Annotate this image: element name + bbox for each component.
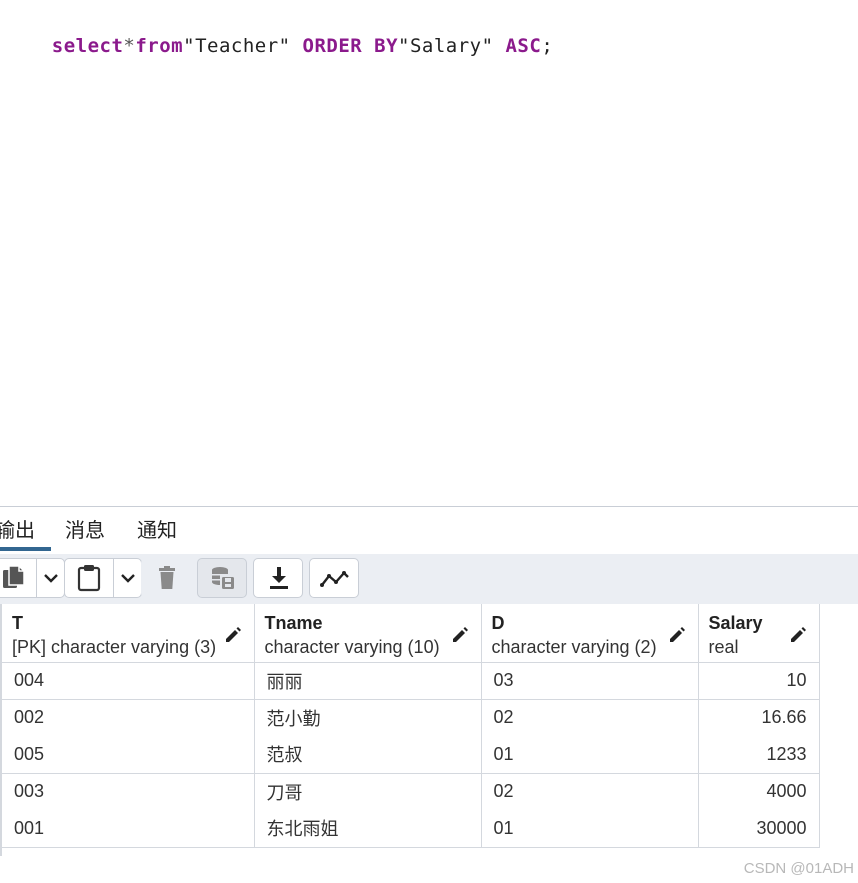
- token-star: *: [123, 35, 136, 57]
- token-order-by: ORDER BY: [302, 35, 399, 57]
- tab-notifications[interactable]: 通知: [137, 517, 177, 547]
- edit-pencil-icon[interactable]: [452, 626, 469, 643]
- column-header-t[interactable]: T [PK] character varying (3): [2, 604, 255, 663]
- token-from: from: [135, 35, 184, 57]
- paste-button-group: [64, 558, 142, 598]
- save-data-icon: [212, 567, 234, 589]
- cell-d[interactable]: 03: [481, 662, 699, 700]
- table-row[interactable]: 004 丽丽 03 10: [2, 662, 820, 700]
- cell-d[interactable]: 02: [481, 773, 699, 810]
- column-type: character varying (2): [491, 637, 657, 657]
- download-icon: [270, 567, 288, 589]
- column-header-d[interactable]: D character varying (2): [481, 604, 699, 663]
- token-semicolon: ;: [541, 35, 554, 57]
- column-name: T: [12, 613, 23, 633]
- graph-visualiser-button[interactable]: [309, 558, 359, 598]
- cell-t[interactable]: 002: [2, 699, 255, 736]
- token-asc: ASC: [505, 35, 542, 57]
- copy-options-button[interactable]: [37, 559, 65, 597]
- active-tab-indicator: [0, 547, 51, 551]
- paste-options-button[interactable]: [114, 559, 142, 597]
- save-data-button[interactable]: [197, 558, 247, 598]
- cell-salary[interactable]: 30000: [698, 810, 820, 848]
- cell-salary[interactable]: 10: [698, 662, 820, 700]
- table-row[interactable]: 001 东北雨姐 01 30000: [2, 810, 820, 848]
- paste-icon: [77, 565, 101, 592]
- token-table: "Teacher": [183, 35, 303, 57]
- header-row: T [PK] character varying (3) Tname chara…: [2, 604, 820, 663]
- copy-button[interactable]: [0, 559, 36, 597]
- column-name: D: [491, 613, 505, 633]
- chevron-down-icon: [44, 574, 58, 583]
- cell-t[interactable]: 005: [2, 736, 255, 774]
- table-row[interactable]: 003 刀哥 02 4000: [2, 773, 820, 810]
- copy-icon: [3, 565, 25, 588]
- cell-d[interactable]: 01: [481, 810, 699, 848]
- cell-d[interactable]: 02: [481, 699, 699, 736]
- cell-tname[interactable]: 东北雨姐: [254, 810, 482, 848]
- cell-tname[interactable]: 范小勤: [254, 699, 482, 736]
- column-type: character varying (10): [264, 637, 440, 657]
- table-row[interactable]: 002 范小勤 02 16.66: [2, 699, 820, 736]
- cell-salary[interactable]: 16.66: [698, 699, 820, 736]
- sql-editor[interactable]: select*from"Teacher" ORDER BY"Salary" AS…: [0, 0, 858, 506]
- edit-pencil-icon[interactable]: [225, 626, 242, 643]
- data-toolbar: [0, 554, 858, 604]
- edit-pencil-icon[interactable]: [669, 626, 686, 643]
- results-panel: 输出 消息 通知 T [PK] character varying (3) Tn…: [0, 506, 858, 883]
- delete-button[interactable]: [141, 558, 191, 598]
- column-header-salary[interactable]: Salary real: [698, 604, 820, 663]
- sql-query-line[interactable]: select*from"Teacher" ORDER BY"Salary" AS…: [4, 7, 553, 85]
- column-type: [PK] character varying (3): [12, 637, 217, 657]
- cell-tname[interactable]: 刀哥: [254, 773, 482, 810]
- cell-t[interactable]: 003: [2, 773, 255, 810]
- token-select: select: [51, 35, 124, 57]
- column-name: Tname: [264, 613, 323, 633]
- data-grid: T [PK] character varying (3) Tname chara…: [0, 604, 858, 883]
- tab-messages[interactable]: 消息: [65, 517, 105, 547]
- results-tabs: 输出 消息 通知: [0, 507, 858, 553]
- column-name: Salary: [708, 613, 763, 633]
- copy-button-group: [0, 558, 65, 598]
- paste-button[interactable]: [65, 559, 113, 597]
- cell-salary[interactable]: 1233: [698, 736, 820, 774]
- edit-pencil-icon[interactable]: [790, 626, 807, 643]
- cell-salary[interactable]: 4000: [698, 773, 820, 810]
- download-button[interactable]: [253, 558, 303, 598]
- cell-tname[interactable]: 丽丽: [254, 662, 482, 700]
- results-table: T [PK] character varying (3) Tname chara…: [2, 604, 820, 848]
- column-header-tname[interactable]: Tname character varying (10): [254, 604, 482, 663]
- graph-icon: [320, 571, 349, 587]
- tab-output[interactable]: 输出: [0, 517, 35, 547]
- watermark: CSDN @01ADH: [743, 860, 854, 877]
- cell-t[interactable]: 004: [2, 662, 255, 700]
- cell-t[interactable]: 001: [2, 810, 255, 848]
- column-type: real: [708, 637, 739, 657]
- chevron-down-icon: [121, 574, 135, 583]
- cell-tname[interactable]: 范叔: [254, 736, 482, 774]
- cell-d[interactable]: 01: [481, 736, 699, 774]
- table-row[interactable]: 005 范叔 01 1233: [2, 736, 820, 774]
- token-column: "Salary": [398, 35, 506, 57]
- delete-icon: [159, 566, 175, 589]
